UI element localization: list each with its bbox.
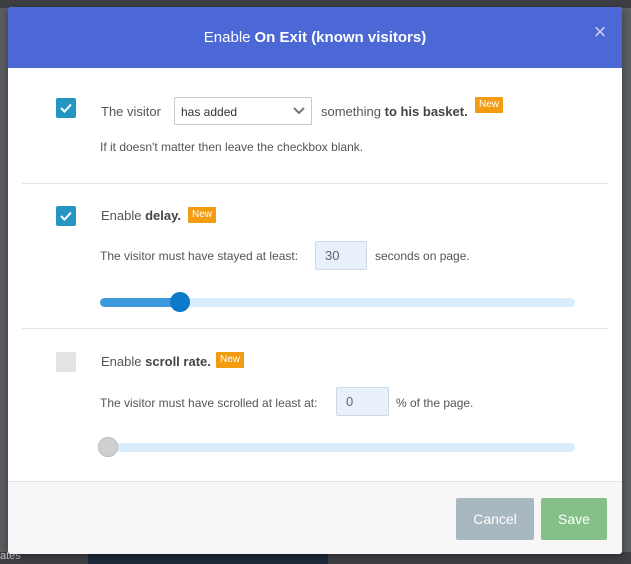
check-icon xyxy=(60,211,72,221)
delay-slider-track[interactable] xyxy=(100,292,575,312)
basket-suffix-plain: something xyxy=(321,104,381,119)
basket-action-select[interactable]: has added xyxy=(174,97,312,125)
delay-text-after: seconds on page. xyxy=(375,249,470,263)
delay-label-plain: Enable xyxy=(101,208,142,223)
delay-checkbox[interactable] xyxy=(56,206,76,226)
scroll-text-after: % of the page. xyxy=(396,396,474,410)
modal-title-prefix: Enable xyxy=(203,29,251,46)
on-exit-modal: Enable On Exit (known visitors) × The vi… xyxy=(8,7,622,554)
modal-footer: Cancel Save xyxy=(8,481,622,554)
scroll-slider-track[interactable] xyxy=(98,437,575,457)
scroll-slider-handle[interactable] xyxy=(98,437,118,457)
modal-title-strong: On Exit (known visitors) xyxy=(254,29,427,46)
delay-slider-handle[interactable] xyxy=(170,292,190,312)
chevron-down-icon xyxy=(293,107,305,115)
cancel-button[interactable]: Cancel xyxy=(456,498,534,540)
delay-label: Enable delay. xyxy=(101,208,181,223)
scroll-percent-input[interactable]: 0 xyxy=(336,387,389,416)
scroll-text-before: The visitor must have scrolled at least … xyxy=(100,396,318,410)
scroll-new-badge: New xyxy=(216,352,245,368)
basket-hint: If it doesn't matter then leave the chec… xyxy=(100,140,364,154)
scroll-label-strong: scroll rate. xyxy=(145,354,211,369)
delay-seconds-input[interactable]: 30 xyxy=(315,241,367,270)
basket-suffix-strong: to his basket. xyxy=(384,104,468,119)
delay-new-badge: New xyxy=(188,207,217,223)
check-icon xyxy=(60,103,72,113)
close-icon[interactable]: × xyxy=(592,21,608,43)
scroll-checkbox[interactable] xyxy=(56,352,76,372)
section-divider xyxy=(22,183,608,184)
background-dark-panel xyxy=(88,554,328,564)
save-button[interactable]: Save xyxy=(541,498,607,540)
section-divider xyxy=(22,328,608,329)
basket-prefix-label: The visitor xyxy=(101,104,161,119)
basket-suffix-label: something to his basket. xyxy=(321,104,468,119)
delay-label-strong: delay. xyxy=(145,208,181,223)
modal-header: Enable On Exit (known visitors) × xyxy=(8,7,622,68)
basket-action-select-value: has added xyxy=(181,105,238,119)
basket-checkbox[interactable] xyxy=(56,98,76,118)
basket-new-badge: New xyxy=(475,97,504,113)
scroll-label: Enable scroll rate. xyxy=(101,354,211,369)
delay-text-before: The visitor must have stayed at least: xyxy=(100,249,299,263)
scroll-label-plain: Enable xyxy=(101,354,142,369)
